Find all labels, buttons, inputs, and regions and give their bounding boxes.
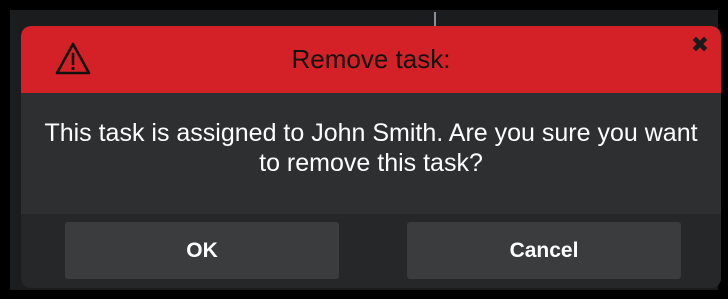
- dialog-header: Remove task: ✖: [21, 26, 721, 93]
- ok-button[interactable]: OK: [65, 222, 339, 279]
- close-icon[interactable]: ✖: [689, 34, 711, 56]
- screen: Remove task: ✖ This task is assigned to …: [0, 0, 728, 299]
- dialog-footer: OK Cancel: [21, 214, 721, 288]
- remove-task-dialog: Remove task: ✖ This task is assigned to …: [21, 26, 721, 288]
- dialog-message: This task is assigned to John Smith. Are…: [44, 119, 698, 177]
- cancel-button[interactable]: Cancel: [407, 222, 681, 279]
- dialog-title: Remove task:: [291, 44, 451, 74]
